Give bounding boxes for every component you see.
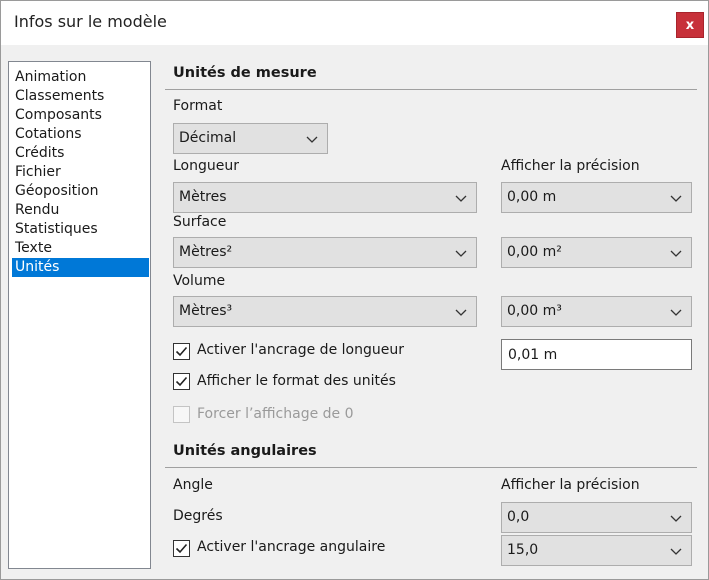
- volume-label: Volume: [173, 273, 226, 289]
- sidebar-item-animation[interactable]: Animation: [12, 68, 149, 87]
- chevron-down-icon: [670, 309, 682, 316]
- sidebar-item-cotations[interactable]: Cotations: [12, 125, 149, 144]
- format-dropdown[interactable]: Décimal: [173, 123, 328, 154]
- show-format-label: Afficher le format des unités: [197, 373, 396, 389]
- chevron-down-icon: [455, 250, 467, 257]
- degrees-label: Degrés: [173, 508, 223, 524]
- snap-angular-label: Activer l'ancrage angulaire: [197, 539, 386, 555]
- sidebar-item-fichier[interactable]: Fichier: [12, 163, 149, 182]
- snap-length-label: Activer l'ancrage de longueur: [197, 342, 404, 358]
- model-info-dialog: Infos sur le modèle x Animation Classeme…: [0, 0, 709, 580]
- length-dropdown[interactable]: Mètres: [173, 182, 477, 213]
- checkmark-icon: [175, 346, 188, 357]
- window-title: Infos sur le modèle: [14, 12, 167, 31]
- show-format-checkbox[interactable]: [173, 373, 190, 390]
- force-zero-checkbox[interactable]: [173, 406, 190, 423]
- measure-section-divider: [165, 89, 697, 90]
- chevron-down-icon: [306, 136, 318, 143]
- volume-precision-dropdown[interactable]: 0,00 m³: [501, 296, 692, 327]
- volume-precision-value: 0,00 m³: [507, 303, 562, 319]
- surface-precision-value: 0,00 m²: [507, 244, 562, 260]
- sidebar-item-statistiques[interactable]: Statistiques: [12, 220, 149, 239]
- angular-precision-dropdown[interactable]: 0,0: [501, 502, 692, 533]
- length-precision-dropdown[interactable]: 0,00 m: [501, 182, 692, 213]
- surface-value: Mètres²: [179, 244, 233, 260]
- sidebar-item-geoposition[interactable]: Géoposition: [12, 182, 149, 201]
- precision-label: Afficher la précision: [501, 158, 640, 174]
- length-precision-value: 0,00 m: [507, 189, 557, 205]
- snap-angular-value: 15,0: [507, 542, 539, 558]
- chevron-down-icon: [670, 195, 682, 202]
- sidebar-item-credits[interactable]: Crédits: [12, 144, 149, 163]
- sidebar-item-rendu[interactable]: Rendu: [12, 201, 149, 220]
- checkmark-icon: [175, 376, 188, 387]
- snap-length-input[interactable]: [501, 339, 692, 370]
- sidebar-item-composants[interactable]: Composants: [12, 106, 149, 125]
- angular-section-divider: [165, 467, 697, 468]
- angular-precision-label: Afficher la précision: [501, 477, 640, 493]
- chevron-down-icon: [455, 195, 467, 202]
- title-bar: Infos sur le modèle x: [1, 1, 708, 45]
- chevron-down-icon: [670, 515, 682, 522]
- format-label: Format: [173, 98, 223, 114]
- snap-angular-dropdown[interactable]: 15,0: [501, 535, 692, 566]
- measure-section-title: Unités de mesure: [173, 65, 317, 81]
- force-zero-label: Forcer l’affichage de 0: [197, 406, 354, 422]
- angular-section-title: Unités angulaires: [173, 443, 317, 459]
- volume-value: Mètres³: [179, 303, 233, 319]
- snap-angular-checkbox[interactable]: [173, 540, 190, 557]
- format-value: Décimal: [179, 130, 237, 146]
- category-list: Animation Classements Composants Cotatio…: [8, 61, 151, 569]
- length-value: Mètres: [179, 189, 227, 205]
- chevron-down-icon: [670, 548, 682, 555]
- surface-precision-dropdown[interactable]: 0,00 m²: [501, 237, 692, 268]
- surface-label: Surface: [173, 214, 227, 230]
- checkmark-icon: [175, 543, 188, 554]
- sidebar-item-classements[interactable]: Classements: [12, 87, 149, 106]
- close-button[interactable]: x: [676, 12, 704, 38]
- sidebar-item-texte[interactable]: Texte: [12, 239, 149, 258]
- sidebar-item-unites[interactable]: Unités: [12, 258, 149, 277]
- snap-length-checkbox[interactable]: [173, 343, 190, 360]
- angular-precision-value: 0,0: [507, 509, 530, 525]
- surface-dropdown[interactable]: Mètres²: [173, 237, 477, 268]
- angle-label: Angle: [173, 477, 213, 493]
- length-label: Longueur: [173, 158, 239, 174]
- volume-dropdown[interactable]: Mètres³: [173, 296, 477, 327]
- chevron-down-icon: [455, 309, 467, 316]
- chevron-down-icon: [670, 250, 682, 257]
